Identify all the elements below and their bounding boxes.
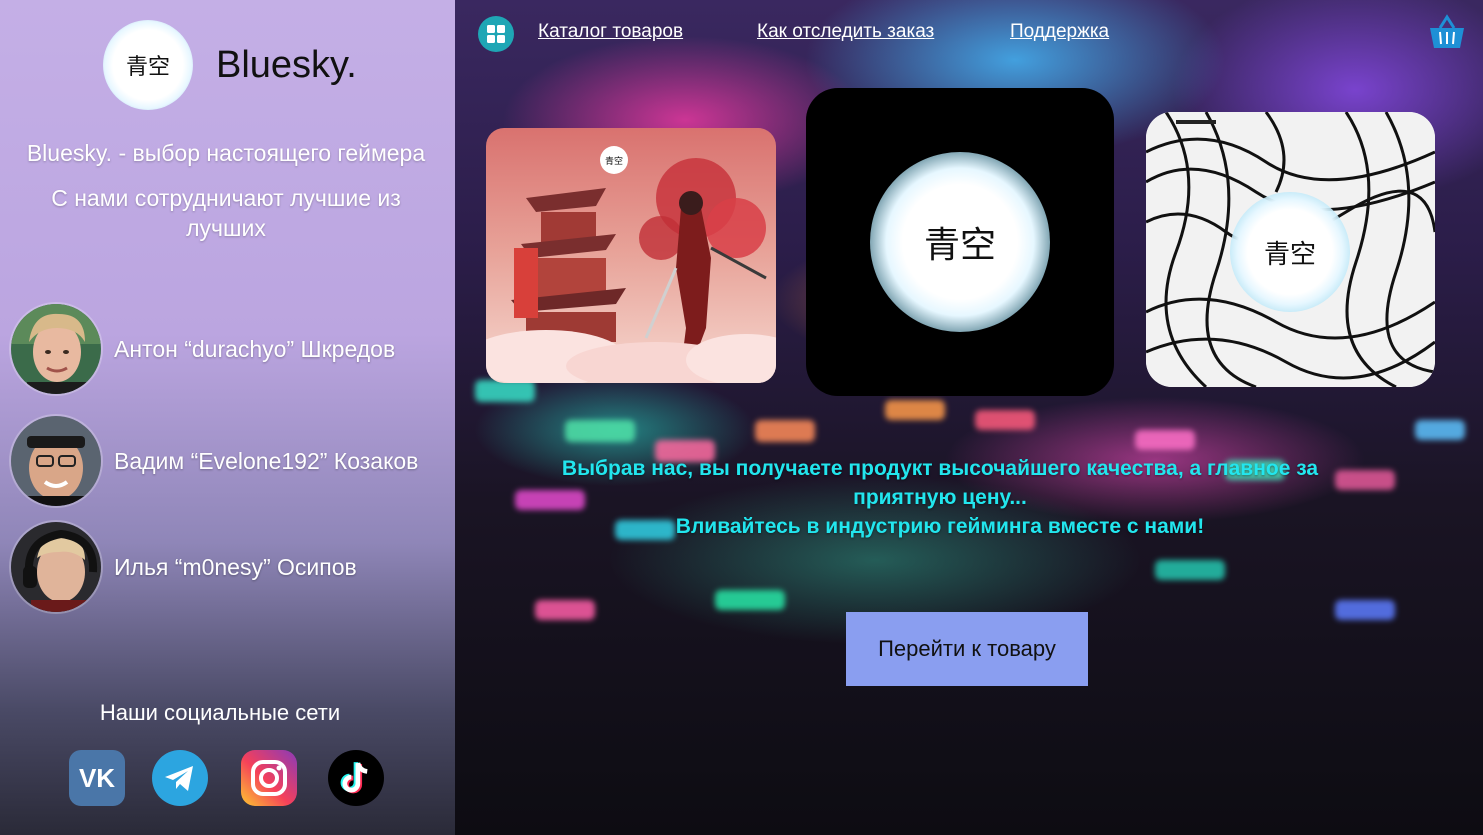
subtagline: С нами сотрудничают лучшие из лучших <box>51 185 401 241</box>
player-item: Вадим “Evelone192” Козаков <box>11 415 451 507</box>
go-to-product-button[interactable]: Перейти к товару <box>846 612 1088 686</box>
product-badge: 青空 <box>605 155 623 167</box>
telegram-icon[interactable] <box>152 750 208 806</box>
nav-link-track-order[interactable]: Как отследить заказ <box>757 21 934 43</box>
nav-link-support[interactable]: Поддержка <box>1010 21 1109 43</box>
product-badge: 青空 <box>1263 239 1316 270</box>
promo-text: Выбрав нас, вы получаете продукт высочай… <box>560 454 1320 541</box>
player-name: Антон “durachyo” Шкредов <box>114 335 396 362</box>
player-name: Вадим “Evelone192” Козаков <box>114 447 419 474</box>
social-title: Наши социальные сети <box>99 700 341 725</box>
product-card-black[interactable]: 青空 <box>806 88 1114 396</box>
product-badge: 青空 <box>923 225 996 266</box>
logo-glow: 青空 <box>1230 192 1350 312</box>
menu-button[interactable] <box>478 16 514 52</box>
logo-glyph: 青空 <box>125 55 170 80</box>
avatar <box>11 416 101 506</box>
product-card-topographic[interactable]: 青空 <box>1146 112 1435 387</box>
svg-text:VK: VK <box>79 763 115 793</box>
product-card-samurai[interactable]: 青空 <box>486 128 776 383</box>
tiktok-icon[interactable] <box>328 750 384 806</box>
tagline: Bluesky. - выбор настоящего геймера <box>26 140 426 166</box>
player-item: Антон “durachyo” Шкредов <box>11 303 451 395</box>
sidebar: 青空 Bluesky. Bluesky. - выбор настоящего … <box>0 0 455 835</box>
instagram-icon[interactable] <box>241 750 297 806</box>
logo[interactable]: 青空 <box>103 20 193 110</box>
promo-line-1: Выбрав нас, вы получаете продукт высочай… <box>561 457 1319 509</box>
avatar <box>11 522 101 612</box>
nav-link-catalog[interactable]: Каталог товаров <box>538 21 683 43</box>
cart-button[interactable] <box>1428 14 1466 50</box>
vk-icon[interactable]: VK <box>69 750 125 806</box>
basket-icon <box>1430 14 1464 48</box>
player-item: Илья “m0nesy” Осипов <box>11 521 451 613</box>
player-name: Илья “m0nesy” Осипов <box>114 553 357 580</box>
samurai-mousepad-image: 青空 <box>486 128 776 383</box>
promo-line-2: Вливайтесь в индустрию гейминга вместе с… <box>675 515 1205 538</box>
brand-name: Bluesky. <box>216 44 357 86</box>
logo-glow: 青空 <box>870 152 1050 332</box>
grid-icon <box>487 25 505 43</box>
avatar <box>11 304 101 394</box>
